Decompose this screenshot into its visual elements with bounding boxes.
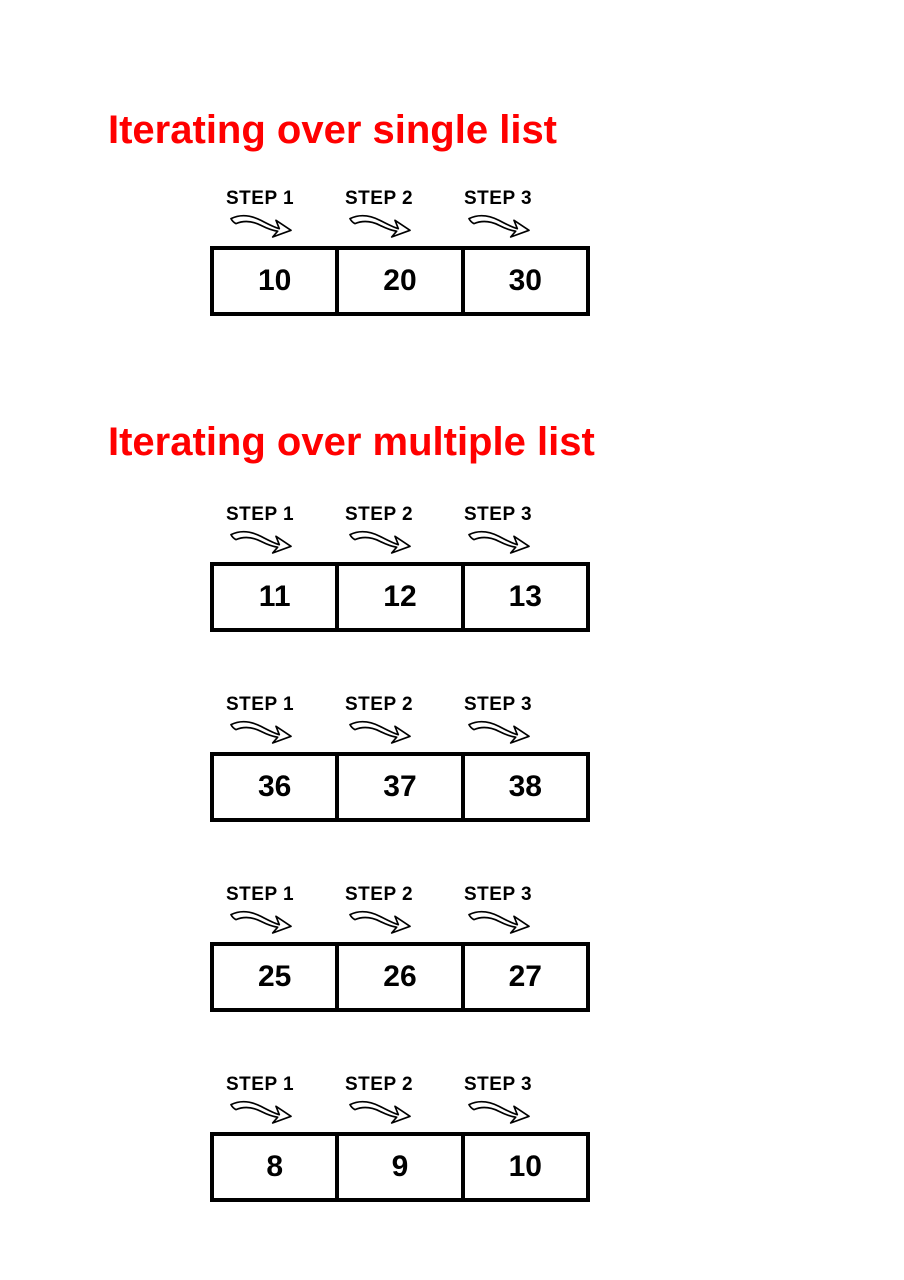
list-cell: 37: [339, 756, 464, 818]
list-cells: 102030: [210, 246, 590, 316]
list-cells: 111213: [210, 562, 590, 632]
list-cells: 8910: [210, 1132, 590, 1202]
steps-row: STEP 1 STEP 2 STEP 3: [210, 504, 590, 558]
step-label: STEP 3: [464, 188, 532, 210]
curved-arrow-icon: [226, 528, 296, 558]
list-cell: 12: [339, 566, 464, 628]
step-column: STEP 2: [345, 504, 455, 558]
steps-row: STEP 1 STEP 2 STEP 3: [210, 884, 590, 938]
step-column: STEP 2: [345, 694, 455, 748]
curved-arrow-icon: [345, 528, 415, 558]
list-cell: 11: [214, 566, 339, 628]
step-column: STEP 1: [226, 694, 336, 748]
list-cell: 10: [465, 1136, 586, 1198]
list-cell: 9: [339, 1136, 464, 1198]
curved-arrow-icon: [464, 212, 534, 242]
step-label: STEP 1: [226, 884, 294, 906]
curved-arrow-icon: [464, 1098, 534, 1128]
list-group: STEP 1 STEP 2 STEP 3 252627: [210, 884, 590, 1012]
list-group: STEP 1 STEP 2 STEP 3 111213: [210, 504, 590, 632]
step-column: STEP 2: [345, 188, 455, 242]
step-column: STEP 1: [226, 188, 336, 242]
curved-arrow-icon: [345, 908, 415, 938]
step-label: STEP 1: [226, 1074, 294, 1096]
step-column: STEP 2: [345, 1074, 455, 1128]
step-column: STEP 3: [464, 884, 574, 938]
list-cell: 30: [465, 250, 586, 312]
list-group: STEP 1 STEP 2 STEP 3 102030: [210, 188, 590, 316]
step-label: STEP 2: [345, 694, 413, 716]
steps-row: STEP 1 STEP 2 STEP 3: [210, 1074, 590, 1128]
curved-arrow-icon: [345, 1098, 415, 1128]
list-cell: 8: [214, 1136, 339, 1198]
curved-arrow-icon: [226, 212, 296, 242]
step-label: STEP 1: [226, 188, 294, 210]
list-cell: 36: [214, 756, 339, 818]
list-cell: 20: [339, 250, 464, 312]
step-label: STEP 3: [464, 694, 532, 716]
list-cell: 25: [214, 946, 339, 1008]
step-label: STEP 2: [345, 1074, 413, 1096]
step-column: STEP 1: [226, 504, 336, 558]
curved-arrow-icon: [226, 1098, 296, 1128]
curved-arrow-icon: [464, 528, 534, 558]
step-column: STEP 3: [464, 1074, 574, 1128]
list-group: STEP 1 STEP 2 STEP 3 363738: [210, 694, 590, 822]
list-cell: 26: [339, 946, 464, 1008]
list-cell: 13: [465, 566, 586, 628]
curved-arrow-icon: [226, 718, 296, 748]
step-label: STEP 3: [464, 504, 532, 526]
step-column: STEP 2: [345, 884, 455, 938]
step-label: STEP 2: [345, 504, 413, 526]
list-cell: 27: [465, 946, 586, 1008]
step-column: STEP 1: [226, 1074, 336, 1128]
steps-row: STEP 1 STEP 2 STEP 3: [210, 694, 590, 748]
curved-arrow-icon: [345, 212, 415, 242]
step-label: STEP 3: [464, 884, 532, 906]
step-label: STEP 1: [226, 694, 294, 716]
list-cells: 252627: [210, 942, 590, 1012]
step-column: STEP 3: [464, 694, 574, 748]
curved-arrow-icon: [226, 908, 296, 938]
step-label: STEP 3: [464, 1074, 532, 1096]
title-multiple-list: Iterating over multiple list: [108, 420, 595, 465]
step-label: STEP 1: [226, 504, 294, 526]
list-cell: 10: [214, 250, 339, 312]
title-single-list: Iterating over single list: [108, 108, 557, 153]
step-column: STEP 1: [226, 884, 336, 938]
list-cell: 38: [465, 756, 586, 818]
step-label: STEP 2: [345, 188, 413, 210]
steps-row: STEP 1 STEP 2 STEP 3: [210, 188, 590, 242]
step-column: STEP 3: [464, 188, 574, 242]
list-cells: 363738: [210, 752, 590, 822]
step-label: STEP 2: [345, 884, 413, 906]
curved-arrow-icon: [464, 718, 534, 748]
list-group: STEP 1 STEP 2 STEP 3 8910: [210, 1074, 590, 1202]
curved-arrow-icon: [464, 908, 534, 938]
step-column: STEP 3: [464, 504, 574, 558]
curved-arrow-icon: [345, 718, 415, 748]
